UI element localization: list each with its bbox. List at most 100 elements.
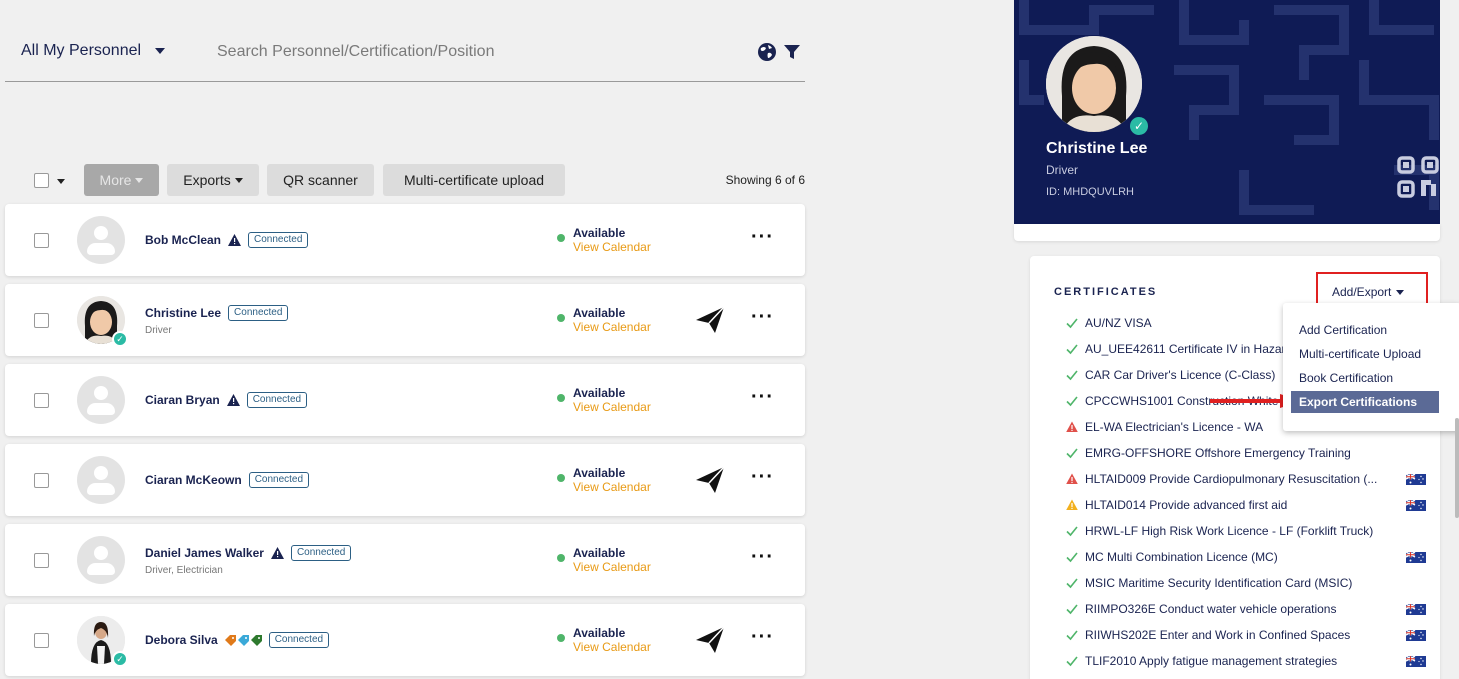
table-row[interactable]: Ciaran Bryan Connected Available View Ca… <box>5 364 805 436</box>
personnel-filter-select[interactable]: All My Personnel <box>21 42 166 60</box>
check-icon <box>1066 344 1078 355</box>
tag-green-icon <box>250 634 262 646</box>
more-options-icon[interactable]: ··· <box>751 227 774 247</box>
chevron-down-icon <box>155 48 166 54</box>
view-calendar-link[interactable]: View Calendar <box>573 560 651 574</box>
exports-label: Exports <box>183 172 231 188</box>
add-export-button[interactable]: Add/Export <box>1332 285 1405 299</box>
send-icon[interactable] <box>695 306 725 334</box>
certificate-item[interactable]: MC Multi Combination Licence (MC) <box>1066 548 1426 566</box>
view-calendar-link[interactable]: View Calendar <box>573 480 651 494</box>
menu-item-multi-certificate-upload[interactable]: Multi-certificate Upload <box>1291 343 1439 365</box>
row-checkbox[interactable] <box>34 393 49 408</box>
person-name[interactable]: Bob McClean <box>145 233 221 247</box>
certificates-title: CERTIFICATES <box>1054 286 1158 298</box>
profile-role: Driver <box>1046 163 1078 177</box>
view-calendar-link[interactable]: View Calendar <box>573 400 651 414</box>
multi-certificate-upload-button[interactable]: Multi-certificate upload <box>383 164 565 196</box>
check-icon <box>1066 656 1078 667</box>
table-row[interactable]: ✓ Debora Silva Connected Available View … <box>5 604 805 676</box>
status-text: Available <box>573 306 626 320</box>
view-calendar-link[interactable]: View Calendar <box>573 320 651 334</box>
certificate-label: RIIMPO326E Conduct water vehicle operati… <box>1085 602 1337 616</box>
certificate-item[interactable]: MSIC Maritime Security Identification Ca… <box>1066 574 1426 592</box>
top-filter-bar: All My Personnel <box>5 30 805 82</box>
table-row[interactable]: ✓ Christine Lee Connected Driver Availab… <box>5 284 805 356</box>
profile-name: Christine Lee <box>1046 140 1148 157</box>
top-icons <box>757 42 801 62</box>
check-icon <box>1066 526 1078 537</box>
more-options-icon[interactable]: ··· <box>751 627 774 647</box>
send-icon[interactable] <box>695 466 725 494</box>
certificate-label: MSIC Maritime Security Identification Ca… <box>1085 576 1353 590</box>
person-name[interactable]: Daniel James Walker <box>145 546 264 560</box>
check-icon <box>1066 552 1078 563</box>
chevron-down-icon <box>234 177 243 183</box>
chevron-down-icon <box>1396 289 1405 295</box>
status-text: Available <box>573 226 626 240</box>
check-icon <box>1066 604 1078 615</box>
verified-icon: ✓ <box>112 651 128 667</box>
status-text: Available <box>573 466 626 480</box>
profile-card: ✓ Christine Lee Driver ID: MHDQUVLRH <box>1014 0 1440 224</box>
table-row[interactable]: Bob McClean Connected Available View Cal… <box>5 204 805 276</box>
scrollbar[interactable] <box>1455 418 1459 518</box>
verified-icon: ✓ <box>112 331 128 347</box>
more-options-icon[interactable]: ··· <box>751 467 774 487</box>
certificate-item[interactable]: EMRG-OFFSHORE Offshore Emergency Trainin… <box>1066 444 1426 462</box>
row-checkbox[interactable] <box>34 233 49 248</box>
status-dot <box>557 554 565 562</box>
warning-icon <box>228 234 242 246</box>
more-options-icon[interactable]: ··· <box>751 547 774 567</box>
person-name[interactable]: Debora Silva <box>145 633 218 647</box>
more-options-icon[interactable]: ··· <box>751 387 774 407</box>
qr-code-icon[interactable] <box>1397 156 1440 200</box>
person-role: Driver, Electrician <box>145 565 223 576</box>
tag-orange-icon <box>224 634 236 646</box>
person-name[interactable]: Ciaran Bryan <box>145 393 220 407</box>
qr-scanner-button[interactable]: QR scanner <box>267 164 374 196</box>
australia-flag-icon <box>1406 655 1426 667</box>
warning-icon <box>1066 473 1078 484</box>
name-line: Ciaran Bryan Connected <box>145 392 308 408</box>
table-row[interactable]: Ciaran McKeown Connected Available View … <box>5 444 805 516</box>
row-checkbox[interactable] <box>34 473 49 488</box>
menu-item-book-certification[interactable]: Book Certification <box>1291 367 1439 389</box>
certificate-item[interactable]: HRWL-LF High Risk Work Licence - LF (For… <box>1066 522 1426 540</box>
globe-icon[interactable] <box>757 42 777 62</box>
view-calendar-link[interactable]: View Calendar <box>573 240 651 254</box>
name-line: Bob McClean Connected <box>145 232 309 248</box>
warning-icon <box>226 394 240 406</box>
exports-button[interactable]: Exports <box>167 164 259 196</box>
status-dot <box>557 634 565 642</box>
menu-item-add-certification[interactable]: Add Certification <box>1291 319 1439 341</box>
certificate-item[interactable]: HLTAID014 Provide advanced first aid <box>1066 496 1426 514</box>
tag-blue-icon <box>237 634 249 646</box>
search-input[interactable] <box>217 38 737 66</box>
table-row[interactable]: Daniel James Walker Connected Driver, El… <box>5 524 805 596</box>
select-all-checkbox[interactable] <box>34 173 49 188</box>
send-icon[interactable] <box>695 626 725 654</box>
profile-card-footer <box>1014 224 1440 241</box>
certificate-item[interactable]: RIIMPO326E Conduct water vehicle operati… <box>1066 600 1426 618</box>
connected-badge: Connected <box>248 472 310 488</box>
menu-item-export-certifications[interactable]: Export Certifications <box>1291 391 1439 413</box>
filter-icon[interactable] <box>783 43 801 61</box>
status-dot <box>557 394 565 402</box>
certificate-label: RIIWHS202E Enter and Work in Confined Sp… <box>1085 628 1351 642</box>
certificate-item[interactable]: TLIF2010 Apply fatigue management strate… <box>1066 652 1426 670</box>
person-name[interactable]: Ciaran McKeown <box>145 473 242 487</box>
row-checkbox[interactable] <box>34 633 49 648</box>
status-dot <box>557 474 565 482</box>
select-all-chevron-icon[interactable] <box>57 179 65 184</box>
row-checkbox[interactable] <box>34 313 49 328</box>
certificate-item[interactable]: RIIWHS202E Enter and Work in Confined Sp… <box>1066 626 1426 644</box>
profile-detail-pane: ✓ Christine Lee Driver ID: MHDQUVLRH CER… <box>1014 0 1459 679</box>
view-calendar-link[interactable]: View Calendar <box>573 640 651 654</box>
row-checkbox[interactable] <box>34 553 49 568</box>
more-options-icon[interactable]: ··· <box>751 307 774 327</box>
person-name[interactable]: Christine Lee <box>145 306 221 320</box>
more-button[interactable]: More <box>84 164 159 196</box>
name-line: Debora Silva Connected <box>145 632 330 648</box>
certificate-item[interactable]: HLTAID009 Provide Cardiopulmonary Resusc… <box>1066 470 1426 488</box>
